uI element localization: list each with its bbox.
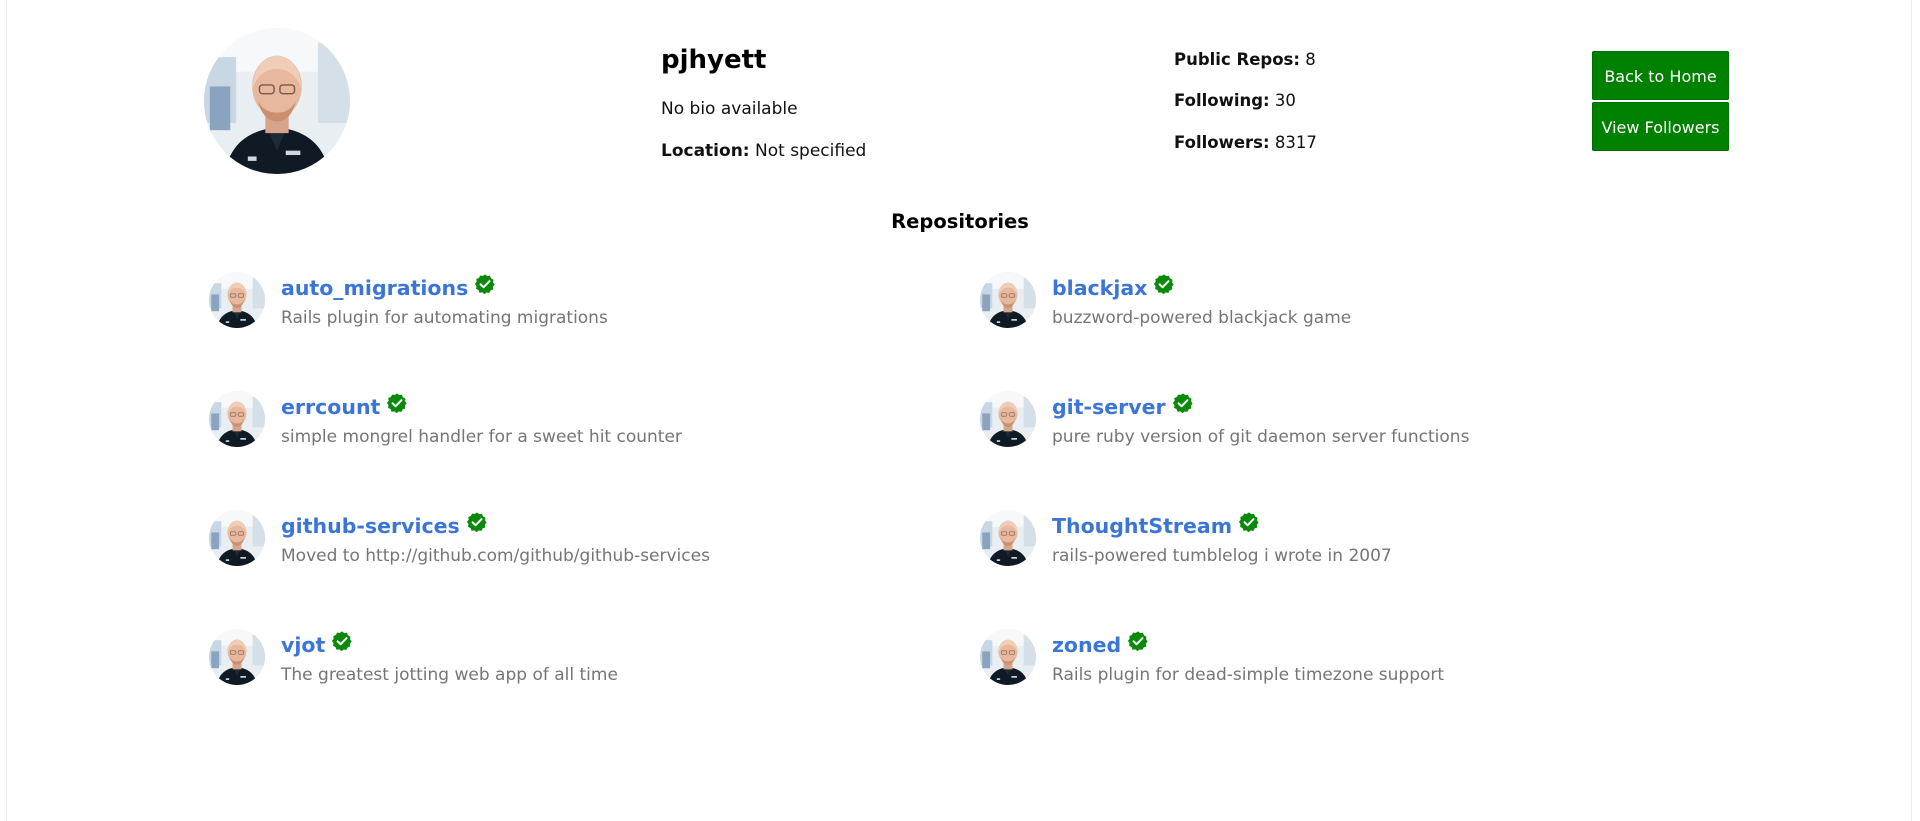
username: pjhyett: [661, 45, 767, 75]
public-repos-label: Public Repos:: [1174, 50, 1300, 69]
profile-avatar-image: [204, 28, 350, 174]
repo-item-github-services: github-services Moved to http://github.c…: [209, 510, 929, 580]
repo-description: Moved to http://github.com/github/github…: [281, 546, 710, 566]
bio-text: No bio available: [661, 99, 798, 119]
repositories-heading: Repositories: [891, 210, 1029, 233]
repo-avatar: [980, 391, 1036, 447]
repo-link[interactable]: zoned: [1052, 633, 1121, 657]
verified-badge-icon: [1153, 273, 1175, 295]
repo-description: rails-powered tumblelog i wrote in 2007: [1052, 546, 1392, 566]
repo-item-zoned: zoned Rails plugin for dead-simple timez…: [980, 629, 1700, 699]
followers-stat: Followers: 8317: [1174, 133, 1317, 152]
repo-link[interactable]: auto_migrations: [281, 276, 468, 300]
profile-info: pjhyett No bio available Location: Not s…: [661, 44, 1081, 161]
repo-description: The greatest jotting web app of all time: [281, 665, 618, 685]
followers-label: Followers:: [1174, 133, 1270, 152]
verified-badge-icon: [466, 511, 488, 533]
repo-item-auto-migrations: auto_migrations Rails plugin for automat…: [209, 272, 929, 342]
repo-description: Rails plugin for dead-simple timezone su…: [1052, 665, 1445, 685]
repo-item-thoughtstream: ThoughtStream rails-powered tumblelog i …: [980, 510, 1700, 580]
verified-badge-icon: [386, 392, 408, 414]
following-label: Following:: [1174, 91, 1270, 110]
repo-avatar: [209, 272, 265, 328]
repo-item-vjot: vjot The greatest jotting web app of all…: [209, 629, 929, 699]
repo-item-errcount: errcount simple mongrel handler for a sw…: [209, 391, 929, 461]
repo-item-blackjax: blackjax buzzword-powered blackjack game: [980, 272, 1700, 342]
repo-avatar: [209, 510, 265, 566]
repo-avatar: [980, 272, 1036, 328]
view-followers-button[interactable]: View Followers: [1592, 102, 1729, 151]
location-label: Location:: [661, 141, 750, 161]
repo-avatar: [980, 629, 1036, 685]
repo-avatar: [980, 510, 1036, 566]
repo-item-git-server: git-server pure ruby version of git daem…: [980, 391, 1700, 461]
profile-card: pjhyett No bio available Location: Not s…: [6, 0, 1912, 821]
repo-description: simple mongrel handler for a sweet hit c…: [281, 427, 682, 447]
verified-badge-icon: [1172, 392, 1194, 414]
repo-description: Rails plugin for automating migrations: [281, 308, 608, 328]
repo-avatar: [209, 391, 265, 447]
profile-avatar: [204, 28, 350, 174]
repo-link[interactable]: github-services: [281, 514, 460, 538]
repo-description: pure ruby version of git daemon server f…: [1052, 427, 1470, 447]
verified-badge-icon: [474, 273, 496, 295]
following-stat: Following: 30: [1174, 91, 1296, 110]
public-repos-value: 8: [1305, 50, 1316, 69]
repo-link[interactable]: errcount: [281, 395, 380, 419]
verified-badge-icon: [331, 630, 353, 652]
repo-link[interactable]: blackjax: [1052, 276, 1147, 300]
repo-link[interactable]: git-server: [1052, 395, 1166, 419]
location: Location: Not specified: [661, 141, 866, 161]
followers-value: 8317: [1274, 133, 1317, 152]
repo-description: buzzword-powered blackjack game: [1052, 308, 1352, 328]
verified-badge-icon: [1127, 630, 1149, 652]
repo-avatar: [209, 629, 265, 685]
verified-badge-icon: [1238, 511, 1260, 533]
location-value: Not specified: [755, 141, 867, 161]
back-to-home-button[interactable]: Back to Home: [1592, 51, 1729, 100]
following-value: 30: [1274, 91, 1296, 110]
repo-link[interactable]: ThoughtStream: [1052, 514, 1232, 538]
repo-link[interactable]: vjot: [281, 633, 325, 657]
public-repos-stat: Public Repos: 8: [1174, 50, 1316, 69]
